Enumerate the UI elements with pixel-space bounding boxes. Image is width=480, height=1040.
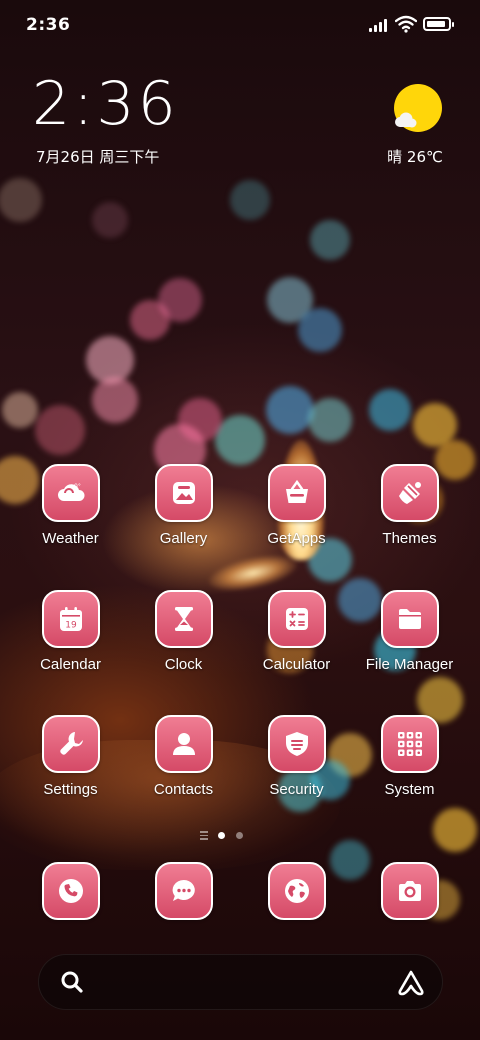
brush-icon (398, 482, 421, 504)
bokeh-light (35, 405, 85, 455)
phone-icon (58, 879, 83, 903)
app-calculator[interactable]: Calculator (240, 590, 353, 673)
person-icon (172, 733, 195, 755)
bokeh-light (92, 202, 128, 238)
app-label: Settings (43, 781, 98, 798)
folder-icon (398, 609, 421, 629)
app-label: Contacts (153, 781, 214, 798)
clock-widget-date[interactable]: 7月26日 周三下午 (36, 146, 159, 167)
app-settings[interactable]: Settings (14, 715, 127, 798)
themes-tile[interactable] (380, 464, 439, 522)
camera-tile[interactable] (380, 862, 439, 920)
dock-camera[interactable] (353, 862, 466, 920)
app-label: Security (269, 781, 324, 798)
search-bar[interactable] (38, 954, 443, 1010)
folder-grid-icon (397, 732, 422, 756)
getapps-tile[interactable] (267, 464, 326, 522)
status-bar: 2:36 (0, 0, 480, 50)
clock-widget-time[interactable]: 2:36 (32, 74, 179, 134)
assistant-icon[interactable] (396, 969, 426, 997)
bokeh-light (298, 308, 342, 352)
calculator-tile[interactable] (267, 590, 326, 648)
bokeh-light (230, 180, 270, 220)
bokeh-light (215, 415, 265, 465)
app-calendar[interactable]: 19 Calendar (14, 590, 127, 673)
wrench-icon (59, 732, 83, 755)
gallery-tile[interactable] (154, 464, 213, 522)
bokeh-light (308, 398, 352, 442)
dock-browser[interactable] (240, 862, 353, 920)
app-system-folder[interactable]: System (353, 715, 466, 798)
calculator-icon (285, 608, 308, 630)
minus-one-screen-indicator[interactable] (200, 831, 208, 842)
search-icon[interactable] (59, 969, 85, 995)
gallery-icon (172, 482, 195, 504)
app-contacts[interactable]: Contacts (127, 715, 240, 798)
bokeh-light (92, 377, 138, 423)
app-label: Gallery (159, 530, 208, 547)
app-label: Calculator (262, 656, 331, 673)
contacts-tile[interactable] (154, 715, 213, 773)
signal-icon (369, 17, 389, 32)
battery-icon (423, 17, 454, 31)
status-time: 2:36 (26, 15, 71, 35)
shield-icon (285, 732, 308, 756)
weather-icon: 0° (57, 483, 84, 501)
wifi-icon (395, 15, 417, 33)
bokeh-light (178, 398, 222, 442)
bokeh-light (369, 389, 411, 431)
page-indicator[interactable] (200, 830, 260, 842)
sun-cloud-icon[interactable] (390, 84, 444, 138)
bokeh-light (433, 808, 477, 852)
app-gallery[interactable]: Gallery (127, 464, 240, 547)
app-themes[interactable]: Themes (353, 464, 466, 547)
calendar-day-text: 19 (65, 621, 77, 631)
app-label: System (384, 781, 435, 798)
bokeh-light (266, 386, 314, 434)
security-tile[interactable] (267, 715, 326, 773)
clock-tile[interactable] (154, 590, 213, 648)
messages-tile[interactable] (154, 862, 213, 920)
browser-icon (284, 879, 309, 903)
app-label: GetApps (267, 530, 326, 547)
weather-tile[interactable]: 0° (41, 464, 100, 522)
app-label: Calendar (40, 656, 101, 673)
message-icon (172, 879, 195, 901)
hourglass-icon (174, 607, 193, 631)
weather-badge-text: 0° (74, 483, 81, 490)
bokeh-light (0, 178, 42, 222)
app-label: Themes (382, 530, 437, 547)
system-folder-tile[interactable] (380, 715, 439, 773)
page-dot[interactable] (236, 832, 243, 839)
app-label: Weather (42, 530, 99, 547)
phone-tile[interactable] (41, 862, 100, 920)
file-manager-tile[interactable] (380, 590, 439, 648)
settings-tile[interactable] (41, 715, 100, 773)
app-file-manager[interactable]: File Manager (353, 590, 466, 673)
app-weather[interactable]: 0° Weather (14, 464, 127, 547)
calendar-tile[interactable]: 19 (41, 590, 100, 648)
app-label: File Manager (365, 656, 454, 673)
app-security[interactable]: Security (240, 715, 353, 798)
bokeh-light (310, 220, 350, 260)
bokeh-light (158, 278, 202, 322)
calendar-icon: 19 (59, 607, 82, 631)
weather-widget-text[interactable]: 晴 26℃ (380, 146, 450, 167)
app-clock[interactable]: Clock (127, 590, 240, 673)
dock-messages[interactable] (127, 862, 240, 920)
bokeh-light (2, 392, 38, 428)
page-dot-active[interactable] (218, 832, 225, 839)
basket-icon (285, 479, 308, 503)
browser-tile[interactable] (267, 862, 326, 920)
camera-icon (398, 881, 421, 901)
dock-phone[interactable] (14, 862, 127, 920)
app-getapps[interactable]: GetApps (240, 464, 353, 547)
app-label: Clock (164, 656, 203, 673)
